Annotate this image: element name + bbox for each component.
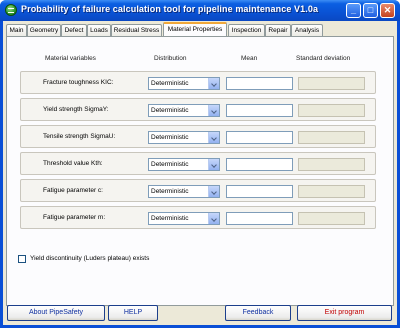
distribution-select[interactable]: Deterministic bbox=[148, 212, 220, 225]
title-bar[interactable]: Probability of failure calculation tool … bbox=[0, 0, 400, 21]
close-button[interactable]: ✕ bbox=[380, 3, 395, 18]
row-label: Fracture toughness KIC: bbox=[43, 79, 114, 86]
mean-input[interactable] bbox=[226, 212, 293, 225]
chevron-down-icon[interactable] bbox=[208, 186, 219, 197]
distribution-value: Deterministic bbox=[151, 80, 189, 87]
tab-main[interactable]: Main bbox=[6, 24, 27, 36]
distribution-select[interactable]: Deterministic bbox=[148, 131, 220, 144]
distribution-value: Deterministic bbox=[151, 188, 189, 195]
chevron-down-icon[interactable] bbox=[208, 159, 219, 170]
window-title: Probability of failure calculation tool … bbox=[21, 4, 319, 14]
tab-geometry[interactable]: Geometry bbox=[27, 24, 61, 36]
header-standard-deviation: Standard deviation bbox=[296, 55, 351, 62]
maximize-button[interactable]: □ bbox=[363, 3, 378, 18]
about-button[interactable]: About PipeSafety bbox=[7, 305, 105, 321]
row-fracture-toughness: Fracture toughness KIC: Deterministic bbox=[20, 71, 376, 94]
yield-discontinuity-checkbox[interactable] bbox=[18, 255, 26, 263]
distribution-select[interactable]: Deterministic bbox=[148, 104, 220, 117]
distribution-value: Deterministic bbox=[151, 107, 189, 114]
row-fatigue-parameter-m: Fatigue parameter m: Deterministic bbox=[20, 206, 376, 229]
row-threshold-value: Threshold value Kth: Deterministic bbox=[20, 152, 376, 175]
distribution-select[interactable]: Deterministic bbox=[148, 77, 220, 90]
mean-input[interactable] bbox=[226, 131, 293, 144]
stdev-input bbox=[298, 158, 365, 171]
tab-loads[interactable]: Loads bbox=[87, 24, 111, 36]
stdev-input bbox=[298, 131, 365, 144]
material-properties-panel: Material variables Distribution Mean Sta… bbox=[6, 36, 394, 306]
row-yield-strength: Yield strength SigmaY: Deterministic bbox=[20, 98, 376, 121]
chevron-down-icon[interactable] bbox=[208, 132, 219, 143]
distribution-select[interactable]: Deterministic bbox=[148, 158, 220, 171]
row-label: Tensile strength SigmaU: bbox=[43, 133, 116, 140]
tab-defect[interactable]: Defect bbox=[61, 24, 87, 36]
distribution-value: Deterministic bbox=[151, 215, 189, 222]
header-mean: Mean bbox=[241, 55, 258, 62]
header-distribution: Distribution bbox=[154, 55, 187, 62]
mean-input[interactable] bbox=[226, 158, 293, 171]
tab-repair[interactable]: Repair bbox=[265, 24, 291, 36]
stdev-input bbox=[298, 104, 365, 117]
mean-input[interactable] bbox=[226, 104, 293, 117]
help-button[interactable]: HELP bbox=[108, 305, 158, 321]
app-window: Probability of failure calculation tool … bbox=[0, 0, 400, 328]
minimize-button[interactable]: _ bbox=[346, 3, 361, 18]
tab-analysis[interactable]: Analysis bbox=[291, 24, 323, 36]
row-label: Yield strength SigmaY: bbox=[43, 106, 109, 113]
chevron-down-icon[interactable] bbox=[208, 213, 219, 224]
distribution-value: Deterministic bbox=[151, 161, 189, 168]
chevron-down-icon[interactable] bbox=[208, 78, 219, 89]
feedback-button[interactable]: Feedback bbox=[225, 305, 291, 321]
client-area: Main Geometry Defect Loads Residual Stre… bbox=[3, 21, 397, 325]
row-label: Threshold value Kth: bbox=[43, 160, 103, 167]
tab-material-properties[interactable]: Material Properties bbox=[163, 22, 227, 36]
yield-discontinuity-label: Yield discontinuity (Luders plateau) exi… bbox=[30, 255, 150, 262]
mean-input[interactable] bbox=[226, 185, 293, 198]
row-fatigue-parameter-c: Fatigue parameter c: Deterministic bbox=[20, 179, 376, 202]
chevron-down-icon[interactable] bbox=[208, 105, 219, 116]
header-material-variables: Material variables bbox=[45, 55, 96, 62]
distribution-select[interactable]: Deterministic bbox=[148, 185, 220, 198]
stdev-input bbox=[298, 185, 365, 198]
tab-residual-stress[interactable]: Residual Stress bbox=[111, 24, 162, 36]
row-label: Fatigue parameter m: bbox=[43, 214, 106, 221]
mean-input[interactable] bbox=[226, 77, 293, 90]
tab-inspection[interactable]: Inspection bbox=[228, 24, 265, 36]
app-globe-icon bbox=[5, 4, 17, 16]
stdev-input bbox=[298, 77, 365, 90]
distribution-value: Deterministic bbox=[151, 134, 189, 141]
row-tensile-strength: Tensile strength SigmaU: Deterministic bbox=[20, 125, 376, 148]
row-label: Fatigue parameter c: bbox=[43, 187, 103, 194]
stdev-input bbox=[298, 212, 365, 225]
exit-button[interactable]: Exit program bbox=[297, 305, 392, 321]
